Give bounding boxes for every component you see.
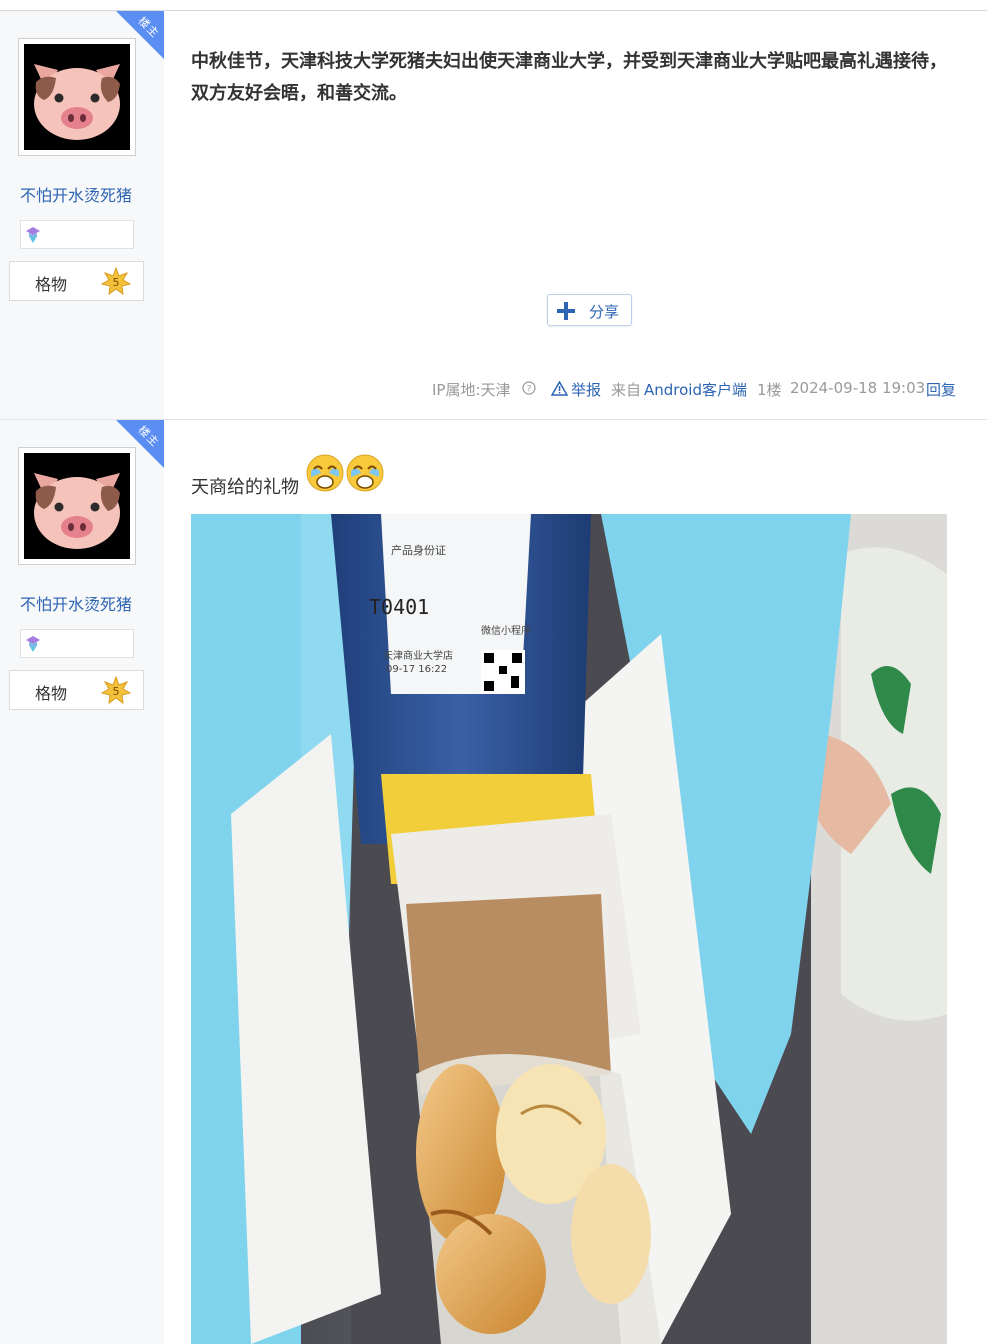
post-text: 天商给的礼物 [191, 477, 299, 498]
grade-box[interactable]: 格物 5 [9, 261, 144, 301]
bottle-label-line-2: 天津商业大学店 [383, 649, 453, 662]
pig-avatar-icon [24, 453, 130, 559]
bottle-label-line-1: 产品身份证 [391, 543, 446, 557]
source-prefix: 来自 [611, 381, 642, 399]
username-link[interactable]: 不怕开水烫死猪 [20, 182, 132, 206]
bottle-label-line-3: 09-17 16:22 [386, 664, 447, 675]
member-level-box[interactable] [20, 629, 134, 658]
floor-number: 1楼 [757, 381, 782, 399]
crying-face-emoji-icon [306, 454, 344, 492]
graduation-cap-icon [26, 227, 40, 243]
crying-face-emoji-icon [346, 454, 384, 492]
author-sidebar: 楼主 不怕开水烫死猪 格物 5 [0, 11, 164, 419]
gift-bag-photo: 产品身份证 T0401 天津商业大学店 09-17 16:22 微信小程序 [191, 514, 947, 1344]
grade-label: 格物 [35, 684, 68, 703]
username-link[interactable]: 不怕开水烫死猪 [20, 591, 132, 615]
grade-star-icon: 5 [100, 675, 132, 705]
post-meta-bar: IP属地:天津 ? 举报 来自 Android客户端 1楼 2024-09-18… [0, 379, 958, 399]
post-photo[interactable]: 产品身份证 T0401 天津商业大学店 09-17 16:22 微信小程序 [191, 514, 947, 1344]
grade-level-number: 5 [113, 685, 120, 698]
reply-link[interactable]: 回复 [926, 379, 956, 400]
avatar[interactable] [18, 38, 136, 156]
svg-text:?: ? [527, 385, 532, 395]
report-warning-icon [551, 381, 568, 396]
share-button[interactable]: 分享 [547, 294, 632, 326]
post-floor-1: 楼主 不怕开水烫死猪 格物 5 中秋佳节，天津科技大学死猪夫妇出使天津商业大学，… [0, 11, 987, 419]
member-level-box[interactable] [20, 220, 134, 249]
author-sidebar: 楼主 不怕开水烫死猪 格物 5 [0, 420, 164, 1344]
pig-avatar-icon [24, 44, 130, 150]
avatar[interactable] [18, 447, 136, 565]
graduation-cap-icon [26, 636, 40, 652]
post-time: 2024-09-18 19:03 [790, 379, 926, 397]
report-link[interactable]: 举报 [571, 379, 601, 400]
grade-box[interactable]: 格物 5 [9, 670, 144, 710]
source-client-link[interactable]: Android客户端 [644, 379, 747, 400]
bottle-label-line-4: 微信小程序 [481, 624, 531, 637]
grade-level-number: 5 [113, 276, 120, 289]
share-plus-icon [557, 302, 575, 320]
post-text: 中秋佳节，天津科技大学死猪夫妇出使天津商业大学，并受到天津商业大学贴吧最高礼遇接… [191, 51, 947, 104]
grade-label: 格物 [35, 275, 68, 294]
ip-location: IP属地:天津 [432, 381, 511, 399]
help-question-icon[interactable]: ? [522, 381, 536, 395]
grade-star-icon: 5 [100, 266, 132, 296]
bottle-code: T0401 [369, 595, 429, 619]
share-label: 分享 [589, 303, 620, 321]
